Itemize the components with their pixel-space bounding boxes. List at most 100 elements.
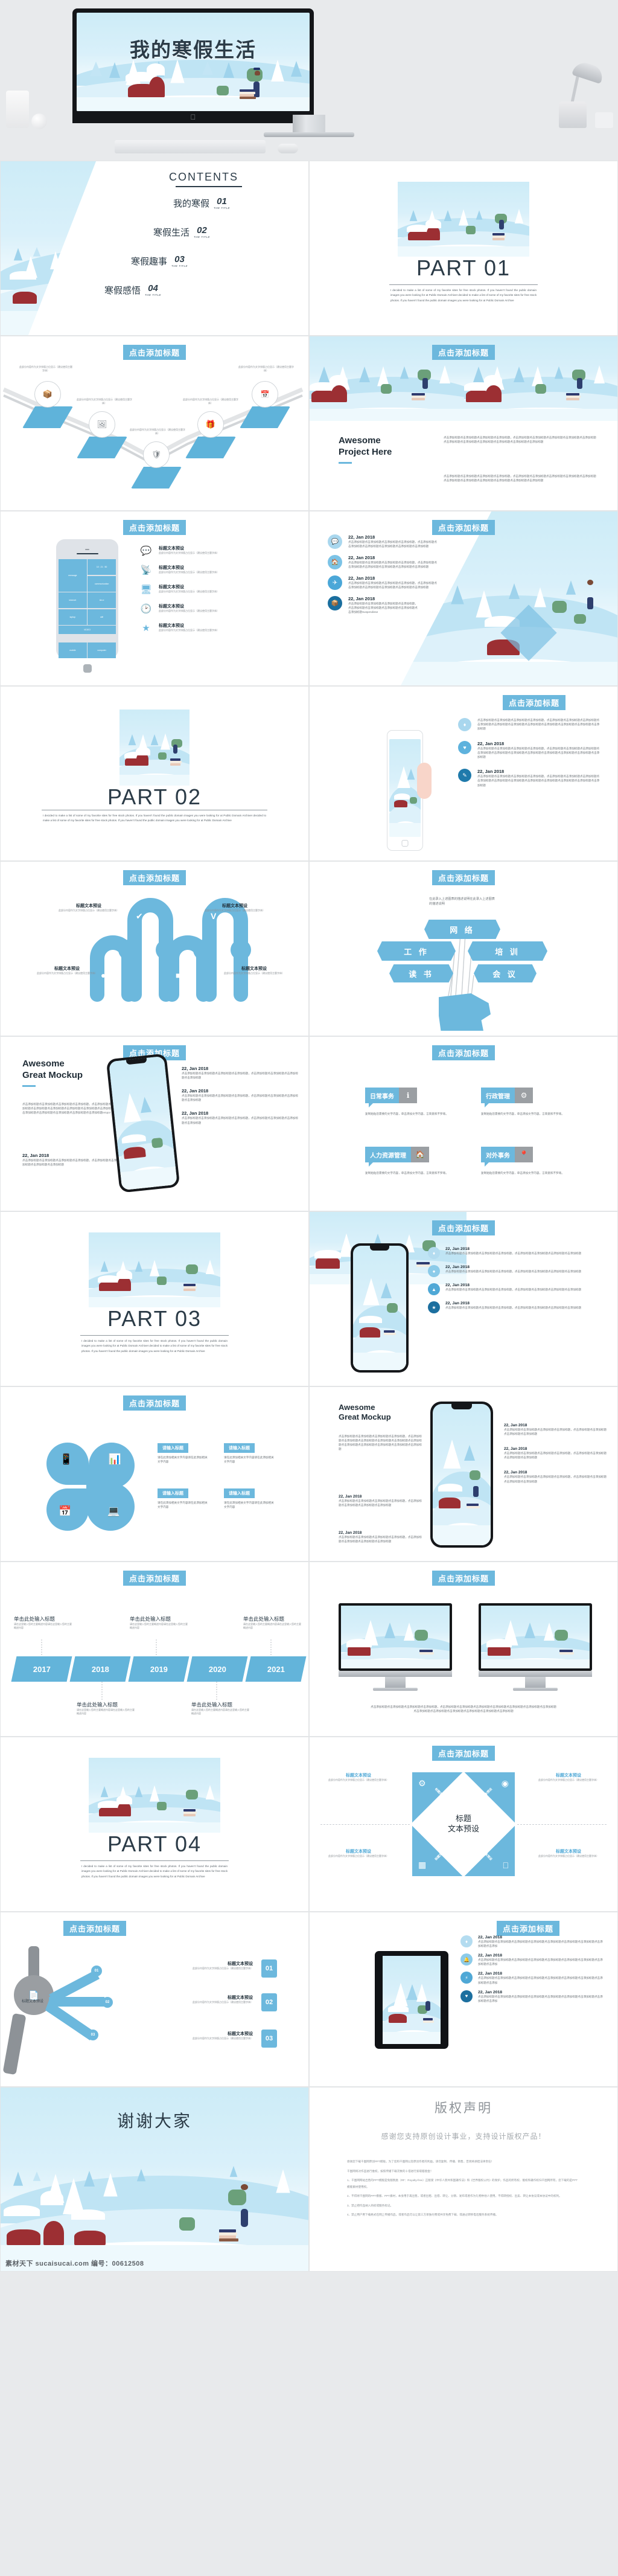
- list-item[interactable]: 22, Jan 2018 点击添加标题点击添加标题点击添加标题点击添加标题，点击…: [182, 1088, 300, 1102]
- phone-tile-laptop[interactable]: laptop: [59, 609, 87, 625]
- phone-tile-computer[interactable]: computer: [88, 642, 116, 658]
- step-bubble-02[interactable]: 02: [102, 1997, 113, 2008]
- list-item[interactable]: ★ 标题文本预设 此部分内容作为文字排版占位显示（建议使用主题字体）: [139, 623, 296, 633]
- clover-item-3[interactable]: 请输入标题 请在此添加相关文字内容请在此添加相关文字内容: [158, 1487, 208, 1509]
- timeline-item[interactable]: ♦ 22, Jan 2018 点击添加标题点击添加标题点击添加标题点击添加标题点…: [460, 1935, 611, 1948]
- list-item[interactable]: 📡 标题文本预设 此部分内容作为文字排版占位显示（建议使用主题字体）: [139, 565, 296, 575]
- phone-tile-mobile[interactable]: mobile: [59, 642, 87, 658]
- slide-contents[interactable]: CONTENTS 我的寒假 01 THE TITLE 寒假生活 02 THE T…: [0, 161, 309, 336]
- slide-awesome-great-mockup-2[interactable]: Awesome Great Mockup 点击添加标题点击添加标题点击添加标题点…: [309, 1386, 618, 1562]
- slide-years-timeline[interactable]: 点击添加标题 单击此处输入标题 请在这里输入您的主要概述内容请在这里输入您的主要…: [0, 1562, 309, 1737]
- slide-awesome-project[interactable]: 点击添加标题 Awesome Project Here 点击添加标题点击添加标题…: [309, 336, 618, 511]
- banner-4[interactable]: 读 书: [389, 964, 453, 982]
- clover-item-4[interactable]: 请输入标题 请在此添加相关文字内容请在此添加相关文字内容: [224, 1487, 275, 1509]
- slide-diamond[interactable]: 点击添加标题 ⚙ ◉ ▦  标题文本预设 标题文本预设 标题文本预设 标题文本…: [309, 1737, 618, 1912]
- slide-thanks[interactable]: 谢谢大家 素材天下 sucaisucai.com 编号：00612508: [0, 2087, 309, 2272]
- slide-clover[interactable]: 点击添加标题 📱 📊 📅 💻 请输入标题 请在此添加相关文字内容请在此添加相关文…: [0, 1386, 309, 1562]
- phone-home-button[interactable]: [401, 840, 409, 847]
- step-number-01[interactable]: 01: [261, 1959, 277, 1978]
- timeline-item[interactable]: ⚡ 22, Jan 2018 点击添加标题点击添加标题点击添加标题点击添加标题点…: [460, 1972, 611, 1984]
- step-number-02[interactable]: 02: [261, 1993, 277, 2011]
- banner-2[interactable]: 工 作: [377, 941, 456, 961]
- timeline-item[interactable]: 💬 22, Jan 2018 点击添加标题点击添加标题点击添加标题点击添加标题，…: [328, 534, 467, 549]
- mockup-date-block-left[interactable]: 22, Jan 2018 点击添加标题点击添加标题点击添加标题点击添加标题，点击…: [22, 1153, 119, 1167]
- slide-copyright[interactable]: 版权声明 感谢您支持原创设计事业，支持设计版权产品！ 感谢您下载千图网原创PPT…: [309, 2087, 618, 2272]
- clover-item-1[interactable]: 请输入标题 请在此添加相关文字内容请在此添加相关文字内容: [158, 1441, 208, 1464]
- callout-4[interactable]: 对外事务 📍 复制粘贴您需要的文字内容，单击添加文字内容，言简意赅不罗嗦。: [481, 1147, 569, 1175]
- timeline-item[interactable]: ✈ 22, Jan 2018 点击添加标题点击添加标题点击添加标题点击添加标题，…: [328, 575, 467, 590]
- list-item[interactable]: 22, Jan 2018 点击添加标题点击添加标题点击添加标题点击添加标题，点击…: [182, 1066, 300, 1080]
- slide-diagonal-timeline[interactable]: 点击添加标题 💬 22, Jan 2018 点击添加标题点击添加标题点击添加标题…: [309, 511, 618, 686]
- iso-node-4[interactable]: 🎁: [185, 411, 236, 458]
- timeline-item[interactable]: ♦ 22, Jan 2018 点击添加标题点击添加标题点击添加标题点击添加标题，…: [428, 1247, 609, 1259]
- iso-node-5[interactable]: 📅: [240, 381, 290, 428]
- phone-home-button[interactable]: [83, 664, 92, 673]
- clover-petal-2[interactable]: [89, 1443, 135, 1488]
- slide-monitors[interactable]: 点击添加标题 点击添加标题点击添加标题点击添加标题点击添加标题，点击添加标题点击…: [309, 1562, 618, 1737]
- callout-3[interactable]: 人力资源管理 🏠 复制粘贴您需要的文字内容，单击添加文字内容，言简意赅不罗嗦。: [365, 1147, 453, 1175]
- timeline-item[interactable]: ● 22, Jan 2018 点击添加标题点击添加标题点击添加标题点击添加标题，…: [428, 1265, 609, 1277]
- slide-awesome-great-mockup[interactable]: 点击添加标题 Awesome Great Mockup 点击添加标题点击添加标题…: [0, 1036, 309, 1211]
- slide-hand-phone[interactable]: 点击添加标题 ♦ 点击添加标题点击添加标题点击添加标题点击添加标题，点击添加标题…: [309, 686, 618, 861]
- callout-2[interactable]: 行政管理 ⚙ 复制粘贴您需要的文字内容，单击添加文字内容，言简意赅不罗嗦。: [481, 1088, 569, 1116]
- mockup2-date-left-2[interactable]: 22, Jan 2018 点击添加标题点击添加标题点击添加标题点击添加标题，点击…: [339, 1531, 423, 1543]
- phone-tile-wifi[interactable]: wifi: [88, 609, 116, 625]
- slide-watch-steps[interactable]: 点击添加标题 📄 标题文本预设 01 02 03 标题文本预设 此部分内容作为文…: [0, 1912, 309, 2087]
- slide-head-banners[interactable]: 点击添加标题 在此录入上述图表的描述说明在此录入上述图表的描述说明 网 络 工 …: [309, 861, 618, 1036]
- phone-tile-clock[interactable]: tim e: [88, 592, 116, 608]
- list-item[interactable]: ♦ 点击添加标题点击添加标题点击添加标题点击添加标题，点击添加标题点击添加标题点…: [458, 718, 608, 731]
- phone-tile-video[interactable]: VIDEO: [59, 626, 116, 634]
- list-item[interactable]: ♥ 22, Jan 2018 点击添加标题点击添加标题点击添加标题点击添加标题，…: [458, 741, 608, 759]
- step-bubble-01[interactable]: 01: [91, 1966, 102, 1976]
- slide-part-02[interactable]: PART 02 I decided to make a list of some…: [0, 686, 309, 861]
- timeline-item[interactable]: ▲ 22, Jan 2018 点击添加标题点击添加标题点击添加标题点击添加标题，…: [428, 1283, 609, 1295]
- list-item[interactable]: 💬 标题文本预设 此部分内容作为文字排版占位显示（建议使用主题字体）: [139, 545, 296, 556]
- slide-tablet-timeline[interactable]: 点击添加标题 ♦ 22, Jan 2018 点击添加标题点击添加标题点击添加标题…: [309, 1912, 618, 2087]
- slide-callouts[interactable]: 点击添加标题 日常事务 ℹ 复制粘贴您需要的文字内容，单击添加文字内容，言简意赅…: [309, 1036, 618, 1211]
- clover-item-2[interactable]: 请输入标题 请在此添加相关文字内容请在此添加相关文字内容: [224, 1441, 275, 1464]
- step-bubble-03[interactable]: 03: [88, 2030, 98, 2040]
- year-bar-2017[interactable]: 2017: [11, 1656, 72, 1682]
- contents-item-4[interactable]: 寒假感悟 04 THE TITLE: [104, 283, 161, 296]
- banner-3[interactable]: 培 训: [468, 941, 547, 961]
- phone-tile-time[interactable]: 10 : 21 : 50: [88, 559, 116, 575]
- slide-part-04[interactable]: PART 04 I decided to make a list of some…: [0, 1737, 309, 1912]
- contents-item-3[interactable]: 寒假趣事 03 THE TITLE: [131, 254, 188, 268]
- year-bar-2021[interactable]: 2021: [245, 1656, 307, 1682]
- timeline-item[interactable]: ♥ 22, Jan 2018 点击添加标题点击添加标题点击添加标题点击添加标题点…: [460, 1990, 611, 2003]
- year-bar-2018[interactable]: 2018: [69, 1656, 131, 1682]
- phone-tile-communication[interactable]: communication: [88, 575, 116, 592]
- list-item[interactable]: 22, Jan 2018 点击添加标题点击添加标题点击添加标题点击添加标题，点击…: [504, 1470, 609, 1483]
- mockup2-date-left-1[interactable]: 22, Jan 2018 点击添加标题点击添加标题点击添加标题点击添加标题，点击…: [339, 1495, 423, 1507]
- iso-node-3[interactable]: 🛡: [131, 441, 182, 489]
- list-item[interactable]: 22, Jan 2018 点击添加标题点击添加标题点击添加标题点击添加标题，点击…: [182, 1110, 300, 1124]
- callout-1[interactable]: 日常事务 ℹ 复制粘贴您需要的文字内容，单击添加文字内容，言简意赅不罗嗦。: [365, 1088, 453, 1116]
- phone-tile-message[interactable]: message: [59, 559, 87, 592]
- slide-iso-nodes[interactable]: 点击添加标题 📦 此部分内容作为文字排版占位显示（建议使用主题字体） 🖼 此部分…: [0, 336, 309, 511]
- iso-node-1[interactable]: 📦: [22, 381, 73, 428]
- year-bar-2020[interactable]: 2020: [186, 1656, 248, 1682]
- timeline-item[interactable]: 🏠 22, Jan 2018 点击添加标题点击添加标题点击添加标题点击添加标题，…: [328, 555, 467, 569]
- list-item[interactable]: 22, Jan 2018 点击添加标题点击添加标题点击添加标题点击添加标题，点击…: [504, 1423, 609, 1436]
- slide-part-01[interactable]: PART 01 I decided to make a list of some…: [309, 161, 618, 336]
- slide-part-03[interactable]: PART 03 I decided to make a list of some…: [0, 1211, 309, 1386]
- timeline-item[interactable]: ★ 22, Jan 2018 点击添加标题点击添加标题点击添加标题点击添加标题，…: [428, 1301, 609, 1313]
- phone-tile-internet[interactable]: internet: [59, 592, 87, 608]
- iso-node-2[interactable]: 🖼: [77, 411, 127, 458]
- banner-1[interactable]: 网 络: [424, 920, 500, 939]
- banner-5[interactable]: 会 议: [474, 964, 537, 982]
- timeline-item[interactable]: 🔔 22, Jan 2018 点击添加标题点击添加标题点击添加标题点击添加标题点…: [460, 1953, 611, 1966]
- slide-phone-feature-list[interactable]: 点击添加标题 message 10 : 21 : 50 communicatio…: [0, 511, 309, 686]
- iso-node-label: 此部分内容作为文字排版占位显示（建议使用主题字体）: [77, 398, 132, 405]
- contents-item-2[interactable]: 寒假生活 02 THE TITLE: [153, 225, 210, 239]
- contents-item-1[interactable]: 我的寒假 01 THE TITLE: [173, 196, 230, 210]
- year-bar-2019[interactable]: 2019: [128, 1656, 190, 1682]
- slide-pill-chart[interactable]: 点击添加标题 ✔ V ● ■ 标题文本预设 此部分内容作为文字排版占位显示（建议…: [0, 861, 309, 1036]
- list-item[interactable]: 22, Jan 2018 点击添加标题点击添加标题点击添加标题点击添加标题，点击…: [504, 1447, 609, 1459]
- list-item[interactable]: ✎ 22, Jan 2018 点击添加标题点击添加标题点击添加标题点击添加标题，…: [458, 769, 608, 787]
- list-item[interactable]: 🕑 标题文本预设 此部分内容作为文字排版占位显示（建议使用主题字体）: [139, 603, 296, 614]
- list-item[interactable]: 🖥 标题文本预设 此部分内容作为文字排版占位显示（建议使用主题字体）: [139, 584, 296, 595]
- step-number-03[interactable]: 03: [261, 2030, 277, 2048]
- timeline-item[interactable]: 📦 22, Jan 2018 点击添加标题点击添加标题点击添加标题点击添加标题，…: [328, 596, 467, 614]
- slide-big-phone-timeline[interactable]: 点击添加标题 ♦ 22, Jan 2018 点击添加标题点击添加标题点击添加标题…: [309, 1211, 618, 1386]
